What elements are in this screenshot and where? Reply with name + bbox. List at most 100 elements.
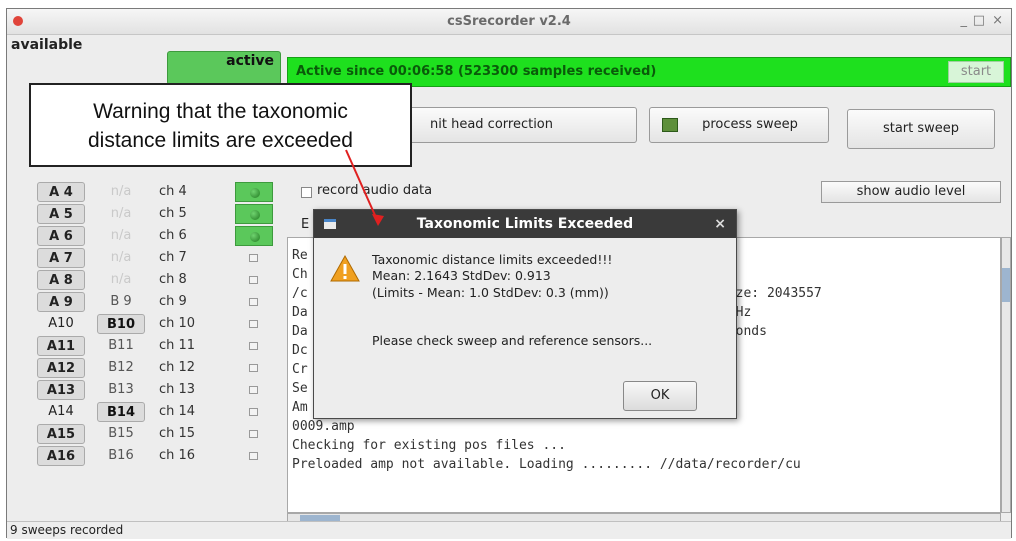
active-since-text: Active since 00:06:58 (523300 samples re… (296, 64, 657, 79)
sensor-a-button[interactable]: A 8 (37, 270, 85, 290)
active-channels-header: active (167, 51, 281, 85)
log-line: Cr (292, 362, 308, 377)
sensor-b-button[interactable]: B11 (97, 336, 145, 356)
sensor-a-button[interactable]: A11 (37, 336, 85, 356)
channel-inactive-icon (249, 364, 258, 372)
channel-inactive-icon (249, 320, 258, 328)
dialog-message-mean: Mean: 2.1643 StdDev: 0.913 (372, 268, 551, 283)
channel-label: ch 4 (159, 184, 187, 199)
sensor-b-button[interactable]: B 9 (97, 292, 145, 312)
channel-active-indicator[interactable] (235, 446, 273, 466)
log-line: Re (292, 248, 308, 263)
sensor-row: A15 B15 ch 15 (7, 423, 285, 445)
channel-inactive-icon (249, 386, 258, 394)
ok-button[interactable]: OK (623, 381, 697, 411)
channel-inactive-icon (249, 452, 258, 460)
log-line: Preloaded amp not available. Loading ...… (292, 457, 801, 472)
dialog-title-bar: Taxonomic Limits Exceeded × (314, 210, 736, 238)
show-audio-level-button[interactable]: show audio level (821, 181, 1001, 203)
sensor-row: A 6 n/a ch 6 (7, 225, 285, 247)
dialog-message-line1: Taxonomic distance limits exceeded!!! (372, 252, 613, 267)
log-line: Ch (292, 267, 308, 282)
sensor-b-button[interactable]: B14 (97, 402, 145, 422)
sensor-a-button[interactable]: A 9 (37, 292, 85, 312)
channel-active-indicator[interactable] (235, 226, 273, 246)
channel-led-icon (250, 210, 260, 220)
dialog-message-limits: (Limits - Mean: 1.0 StdDev: 0.3 (mm)) (372, 285, 609, 300)
sensor-b-button[interactable]: B12 (97, 358, 145, 378)
sensor-b-button[interactable]: n/a (97, 248, 145, 268)
record-audio-label: record audio data (317, 183, 433, 198)
channel-label: ch 14 (159, 404, 196, 419)
head-correction-button[interactable]: nit head correction (409, 107, 637, 143)
window-title: csSrecorder v2.4 (447, 14, 571, 29)
log-section-label: E (301, 217, 310, 232)
log-vertical-scrollbar[interactable] (1001, 237, 1011, 513)
sensor-row: A12 B12 ch 12 (7, 357, 285, 379)
sensor-b-button[interactable]: B13 (97, 380, 145, 400)
log-line: Checking for existing pos files ... (292, 438, 566, 453)
log-line: /c (292, 286, 308, 301)
log-line: Dc (292, 343, 308, 358)
taxonomic-limits-dialog: Taxonomic Limits Exceeded × Taxonomic di… (313, 209, 737, 419)
sensor-a-button[interactable]: A16 (37, 446, 85, 466)
channel-active-indicator[interactable] (235, 292, 273, 312)
channel-active-indicator[interactable] (235, 182, 273, 202)
channel-label: ch 9 (159, 294, 187, 309)
sensor-row: A11 B11 ch 11 (7, 335, 285, 357)
minimize-icon[interactable]: _ (961, 13, 968, 28)
callout-line1: Warning that the taxonomic (93, 100, 348, 123)
status-footer: 9 sweeps recorded (7, 521, 1011, 539)
channel-label: ch 16 (159, 448, 196, 463)
close-icon[interactable]: × (992, 13, 1003, 28)
sensor-b-button[interactable]: B16 (97, 446, 145, 466)
channel-active-indicator[interactable] (235, 402, 273, 422)
channel-active-indicator[interactable] (235, 248, 273, 268)
log-line: 0009.amp (292, 419, 355, 434)
maximize-icon[interactable]: □ (973, 13, 985, 28)
sensor-a-button[interactable]: A13 (37, 380, 85, 400)
sensor-a-button[interactable]: A 7 (37, 248, 85, 268)
sensor-b-button[interactable]: n/a (97, 204, 145, 224)
channel-active-indicator[interactable] (235, 336, 273, 356)
sensor-row: A16 B16 ch 16 (7, 445, 285, 467)
sensor-a-button[interactable]: A 4 (37, 182, 85, 202)
record-audio-checkbox[interactable] (301, 187, 312, 198)
sensor-a-button[interactable]: A14 (37, 402, 85, 422)
channel-active-indicator[interactable] (235, 204, 273, 224)
sensor-b-button[interactable]: B15 (97, 424, 145, 444)
channel-active-indicator[interactable] (235, 314, 273, 334)
sensor-a-button[interactable]: A15 (37, 424, 85, 444)
channel-active-indicator[interactable] (235, 424, 273, 444)
sensor-row: A14 B14 ch 14 (7, 401, 285, 423)
channel-label: ch 8 (159, 272, 187, 287)
start-button[interactable]: start (948, 61, 1004, 83)
start-sweep-button[interactable]: start sweep (847, 109, 995, 149)
channel-led-icon (250, 232, 260, 242)
log-vscroll-thumb[interactable] (1002, 268, 1010, 302)
channel-active-indicator[interactable] (235, 270, 273, 290)
channel-label: ch 13 (159, 382, 196, 397)
sensor-b-button[interactable]: n/a (97, 226, 145, 246)
process-sweep-button[interactable]: process sweep (649, 107, 829, 143)
channel-led-icon (250, 188, 260, 198)
sensor-a-button[interactable]: A 6 (37, 226, 85, 246)
process-sweep-icon (662, 118, 678, 132)
log-line: Da (292, 305, 308, 320)
sensor-a-button[interactable]: A 5 (37, 204, 85, 224)
dialog-message-check: Please check sweep and reference sensors… (372, 333, 653, 348)
dialog-close-icon[interactable]: × (714, 210, 726, 238)
sensor-a-button[interactable]: A12 (37, 358, 85, 378)
sensor-b-button[interactable]: n/a (97, 182, 145, 202)
sensor-b-button[interactable]: n/a (97, 270, 145, 290)
channel-inactive-icon (249, 408, 258, 416)
channel-label: ch 5 (159, 206, 187, 221)
sensor-a-button[interactable]: A10 (37, 314, 85, 334)
channel-label: ch 15 (159, 426, 196, 441)
channel-label: ch 7 (159, 250, 187, 265)
channel-active-indicator[interactable] (235, 380, 273, 400)
sensor-b-button[interactable]: B10 (97, 314, 145, 334)
annotation-callout: Warning that the taxonomic distance limi… (29, 83, 412, 167)
channel-active-indicator[interactable] (235, 358, 273, 378)
title-bar: csSrecorder v2.4 _ □ × (7, 9, 1011, 35)
